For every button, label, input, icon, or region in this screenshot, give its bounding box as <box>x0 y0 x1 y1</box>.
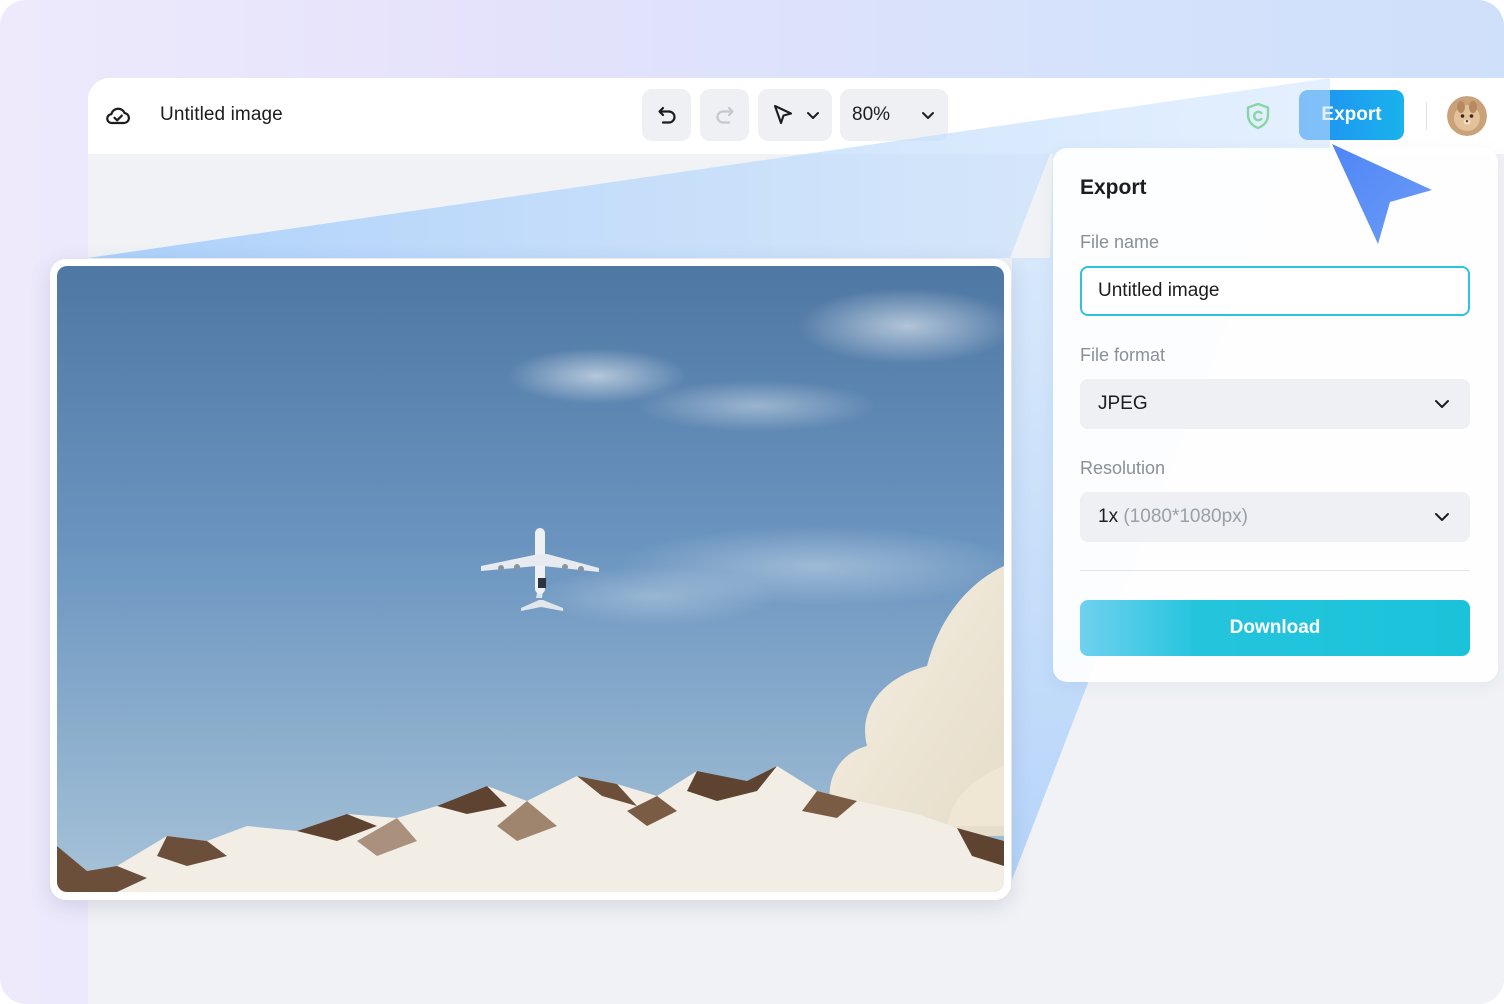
file-format-value: JPEG <box>1098 393 1148 415</box>
canvas-image-card[interactable] <box>50 259 1011 900</box>
undo-button[interactable] <box>642 89 691 141</box>
download-button[interactable]: Download <box>1080 600 1470 656</box>
sky-photo <box>57 266 1004 892</box>
chevron-down-icon <box>1432 507 1452 527</box>
panel-divider <box>1080 570 1470 571</box>
resolution-select[interactable]: 1x (1080*1080px) <box>1080 492 1470 542</box>
export-button[interactable]: Export <box>1299 90 1404 140</box>
resolution-scale: 1x <box>1098 506 1118 527</box>
pointer-icon <box>771 103 795 127</box>
chevron-down-icon <box>920 107 936 123</box>
toolbar-divider <box>1426 102 1427 130</box>
redo-icon <box>713 103 737 127</box>
chevron-down-icon <box>805 107 821 123</box>
file-format-select[interactable]: JPEG <box>1080 379 1470 429</box>
chevron-down-icon <box>1432 394 1452 414</box>
select-tool-button[interactable] <box>758 89 832 141</box>
export-panel-title: Export <box>1080 176 1147 200</box>
avatar[interactable] <box>1447 96 1487 136</box>
file-name-input[interactable] <box>1080 266 1470 316</box>
redo-button[interactable] <box>700 89 749 141</box>
zoom-value: 80% <box>852 104 890 126</box>
file-format-label: File format <box>1080 345 1165 366</box>
resolution-detail: (1080*1080px) <box>1123 506 1248 527</box>
resolution-value: 1x (1080*1080px) <box>1098 506 1248 528</box>
file-name-label: File name <box>1080 232 1159 253</box>
undo-icon <box>655 103 679 127</box>
cloud-check-icon[interactable] <box>104 102 132 130</box>
top-toolbar: Untitled image <box>88 78 1504 154</box>
shield-copyright-icon[interactable] <box>1245 102 1271 130</box>
cursor-arrow-icon <box>1328 140 1438 248</box>
background-frame: Untitled image <box>0 0 1504 1004</box>
resolution-label: Resolution <box>1080 458 1165 479</box>
document-title[interactable]: Untitled image <box>160 104 283 126</box>
zoom-select[interactable]: 80% <box>840 89 948 141</box>
